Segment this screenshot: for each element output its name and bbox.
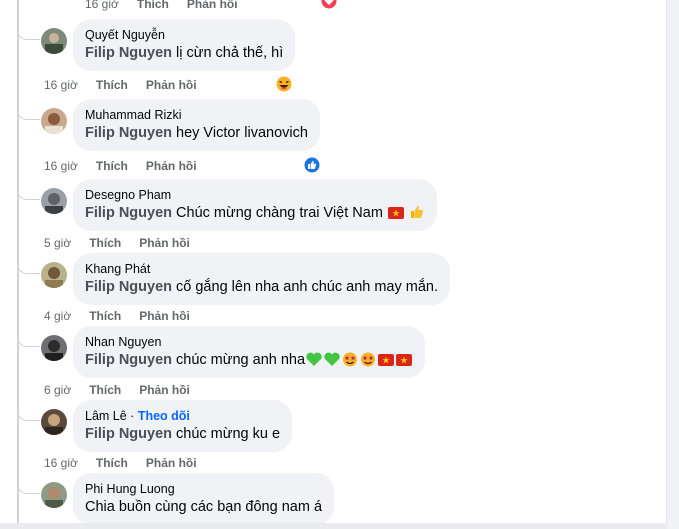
vietnam-flag-icon <box>378 354 395 366</box>
comment-text: Filip Nguyen cố gắng lên nha anh chúc an… <box>85 279 439 295</box>
reply-button[interactable]: Phản hồi <box>146 78 197 92</box>
comment-time[interactable]: 6 giờ <box>44 383 71 397</box>
comment-actions: 6 giờ Thích Phản hồi <box>44 383 208 397</box>
horizontal-scrollbar[interactable] <box>0 523 667 529</box>
green-heart-icon <box>306 352 322 366</box>
comment-bubble: Khang Phát Filip Nguyen cố gắng lên nha … <box>73 253 451 305</box>
comment-text: Filip Nguyen lị cừn chả thế, hì <box>85 45 284 61</box>
comment-author[interactable]: Lâm Lê · Theo dõi <box>85 408 280 424</box>
comment-actions: 16 giờ Thích Phản hồi <box>85 0 256 11</box>
mention-tag[interactable]: Filip Nguyen <box>85 426 172 442</box>
comment-text: Chia buồn cùng các bạn đông nam á <box>85 499 323 515</box>
like-button[interactable]: Thích <box>89 309 121 323</box>
laugh-reaction-icon[interactable] <box>275 75 293 93</box>
thread-connector <box>17 107 40 120</box>
mention-tag[interactable]: Filip Nguyen <box>85 352 172 368</box>
thread-connector <box>17 27 40 40</box>
thread-rail <box>0 0 40 529</box>
follow-link[interactable]: Theo dõi <box>138 409 190 423</box>
comment-text: Filip Nguyen chúc mừng anh nha <box>85 350 413 370</box>
comment-author[interactable]: Khang Phát <box>85 261 438 277</box>
star-struck-icon <box>343 352 358 367</box>
comment-actions: 16 giờ Thích Phản hồi <box>44 78 215 92</box>
reply-button[interactable]: Phản hồi <box>146 159 197 173</box>
comment-text: Filip Nguyen hey Victor livanovich <box>85 125 308 141</box>
thread-connector <box>17 481 40 494</box>
thread-connector <box>17 187 40 200</box>
comment-author[interactable]: Desegno Pham <box>85 187 425 203</box>
reply-button[interactable]: Phản hồi <box>146 456 197 470</box>
vietnam-flag-icon <box>396 354 413 366</box>
comment-author[interactable]: Quyết Nguyễn <box>85 27 283 43</box>
avatar[interactable] <box>41 409 67 435</box>
comment-bubble: Desegno Pham Filip Nguyen Chúc mừng chàn… <box>73 179 437 231</box>
thumbs-up-icon <box>411 205 423 218</box>
comment-time[interactable]: 16 giờ <box>44 78 78 92</box>
reply-button[interactable]: Phản hồi <box>139 383 190 397</box>
like-button[interactable]: Thích <box>96 159 128 173</box>
comment-author[interactable]: Muhammad Rizki <box>85 107 308 123</box>
reply-button[interactable]: Phản hồi <box>187 0 238 11</box>
thread-connector <box>17 408 40 421</box>
like-button[interactable]: Thích <box>96 78 128 92</box>
comment-bubble: Phi Hung Luong Chia buồn cùng các bạn đô… <box>73 473 335 525</box>
comment-time[interactable]: 4 giờ <box>44 309 71 323</box>
thread-connector <box>17 261 40 274</box>
like-reaction-icon[interactable] <box>303 156 321 174</box>
green-heart-icon <box>324 352 340 366</box>
mention-tag[interactable]: Filip Nguyen <box>85 125 172 141</box>
comment-time[interactable]: 16 giờ <box>85 0 119 11</box>
avatar[interactable] <box>41 188 67 214</box>
comment-actions: 16 giờ Thích Phản hồi <box>44 456 215 470</box>
comment-text: Filip Nguyen chúc mừng ku e <box>85 426 281 442</box>
avatar[interactable] <box>41 262 67 288</box>
comment-text: Filip Nguyen Chúc mừng chàng trai Việt N… <box>85 203 425 223</box>
comment-actions: 5 giờ Thích Phản hồi <box>44 236 208 250</box>
avatar[interactable] <box>41 28 67 54</box>
avatar[interactable] <box>41 335 67 361</box>
comment-author[interactable]: Phi Hung Luong <box>85 481 322 497</box>
mention-tag[interactable]: Filip Nguyen <box>85 279 172 295</box>
comment-time[interactable]: 16 giờ <box>44 159 78 173</box>
comment-actions: 16 giờ Thích Phản hồi <box>44 159 215 173</box>
vietnam-flag-icon <box>387 207 404 219</box>
comment-time[interactable]: 16 giờ <box>44 456 78 470</box>
comment-bubble: Muhammad Rizki Filip Nguyen hey Victor l… <box>73 99 320 151</box>
thread-connector <box>17 334 40 347</box>
scrollbar[interactable] <box>666 0 679 529</box>
like-button[interactable]: Thích <box>89 236 121 250</box>
star-struck-icon <box>361 352 376 367</box>
avatar[interactable] <box>41 482 67 508</box>
like-button[interactable]: Thích <box>137 0 169 11</box>
like-button[interactable]: Thích <box>96 456 128 470</box>
mention-tag[interactable]: Filip Nguyen <box>85 45 172 61</box>
like-button[interactable]: Thích <box>89 383 121 397</box>
comment-bubble: Nhan Nguyen Filip Nguyen chúc mừng anh n… <box>73 326 426 378</box>
comment-time[interactable]: 5 giờ <box>44 236 71 250</box>
mention-tag[interactable]: Filip Nguyen <box>85 205 172 221</box>
reply-button[interactable]: Phản hồi <box>139 236 190 250</box>
heart-reaction-icon[interactable] <box>320 0 338 10</box>
reply-button[interactable]: Phản hồi <box>139 309 190 323</box>
comment-bubble: Quyết Nguyễn Filip Nguyen lị cừn chả thế… <box>73 19 296 71</box>
comment-author[interactable]: Nhan Nguyen <box>85 334 413 350</box>
avatar[interactable] <box>41 108 67 134</box>
comment-bubble: Lâm Lê · Theo dõi Filip Nguyen chúc mừng… <box>73 400 293 452</box>
comment-actions: 4 giờ Thích Phản hồi <box>44 309 208 323</box>
